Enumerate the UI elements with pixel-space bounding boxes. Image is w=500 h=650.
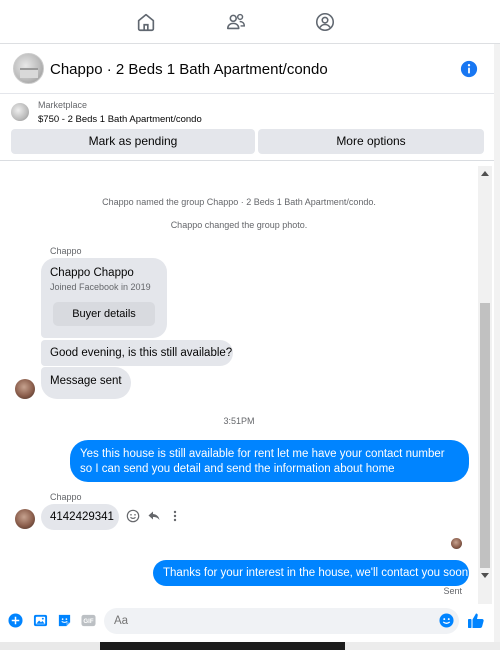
sender-name: Chappo xyxy=(50,246,82,256)
message-input[interactable] xyxy=(114,608,424,634)
marketplace-card: Marketplace $750 - 2 Beds 1 Bath Apartme… xyxy=(0,95,494,161)
sticker-icon[interactable] xyxy=(57,613,72,628)
incoming-message[interactable]: Good evening, is this still available? xyxy=(41,340,233,366)
conversation-header: Chappo · 2 Beds 1 Bath Apartment/condo xyxy=(0,46,494,94)
scrollbar-thumb[interactable] xyxy=(480,303,490,568)
taskbar-segment xyxy=(345,642,500,650)
sender-avatar[interactable] xyxy=(15,379,35,399)
top-nav xyxy=(0,0,500,44)
svg-text:GIF: GIF xyxy=(83,618,93,625)
taskbar-strip xyxy=(0,642,500,650)
photo-icon[interactable] xyxy=(33,613,48,628)
more-options-button[interactable]: More options xyxy=(258,129,484,154)
scroll-up-arrow[interactable] xyxy=(481,171,489,176)
mark-as-pending-button[interactable]: Mark as pending xyxy=(11,129,255,154)
thumbs-up-icon[interactable] xyxy=(467,611,485,629)
emoji-icon[interactable] xyxy=(439,613,454,628)
system-message: Chappo named the group Chappo · 2 Beds 1… xyxy=(102,197,376,207)
react-icon[interactable] xyxy=(126,509,140,523)
conversation-title[interactable]: Chappo · 2 Beds 1 Bath Apartment/condo xyxy=(50,61,328,78)
outgoing-message[interactable]: Thanks for your interest in the house, w… xyxy=(153,560,469,586)
people-icon[interactable] xyxy=(225,11,247,33)
buyer-name: Chappo Chappo xyxy=(50,267,134,279)
reply-icon[interactable] xyxy=(147,509,161,523)
window-edge xyxy=(494,44,500,642)
scrollbar[interactable] xyxy=(478,166,492,604)
timestamp: 3:51PM xyxy=(223,416,255,426)
more-icon[interactable] xyxy=(170,509,180,523)
buyer-joined: Joined Facebook in 2019 xyxy=(50,282,151,292)
add-icon[interactable] xyxy=(8,613,23,628)
gif-icon[interactable]: GIF xyxy=(81,613,96,628)
message-thread: Chappo named the group Chappo · 2 Beds 1… xyxy=(0,166,478,604)
sent-status: Sent xyxy=(443,586,462,596)
buyer-profile-card: Chappo Chappo Joined Facebook in 2019 Bu… xyxy=(41,258,167,338)
profile-icon[interactable] xyxy=(314,11,336,33)
marketplace-label: Marketplace xyxy=(38,100,88,110)
info-icon[interactable] xyxy=(460,60,478,78)
system-message: Chappo changed the group photo. xyxy=(170,220,308,230)
sender-name: Chappo xyxy=(50,492,82,502)
home-icon[interactable] xyxy=(135,11,157,33)
taskbar-segment xyxy=(0,642,100,650)
group-avatar[interactable] xyxy=(13,53,44,84)
listing-thumbnail[interactable] xyxy=(11,103,29,121)
read-receipt-avatar xyxy=(451,538,462,549)
incoming-message[interactable]: 4142429341 xyxy=(41,504,119,530)
message-input-wrapper xyxy=(104,608,459,634)
incoming-message[interactable]: Message sent xyxy=(41,367,131,399)
scroll-down-arrow[interactable] xyxy=(481,573,489,578)
outgoing-message[interactable]: Yes this house is still available for re… xyxy=(70,440,469,482)
sender-avatar[interactable] xyxy=(15,509,35,529)
message-composer: GIF xyxy=(0,604,494,638)
listing-title[interactable]: $750 - 2 Beds 1 Bath Apartment/condo xyxy=(38,114,202,125)
buyer-details-button[interactable]: Buyer details xyxy=(53,302,155,326)
